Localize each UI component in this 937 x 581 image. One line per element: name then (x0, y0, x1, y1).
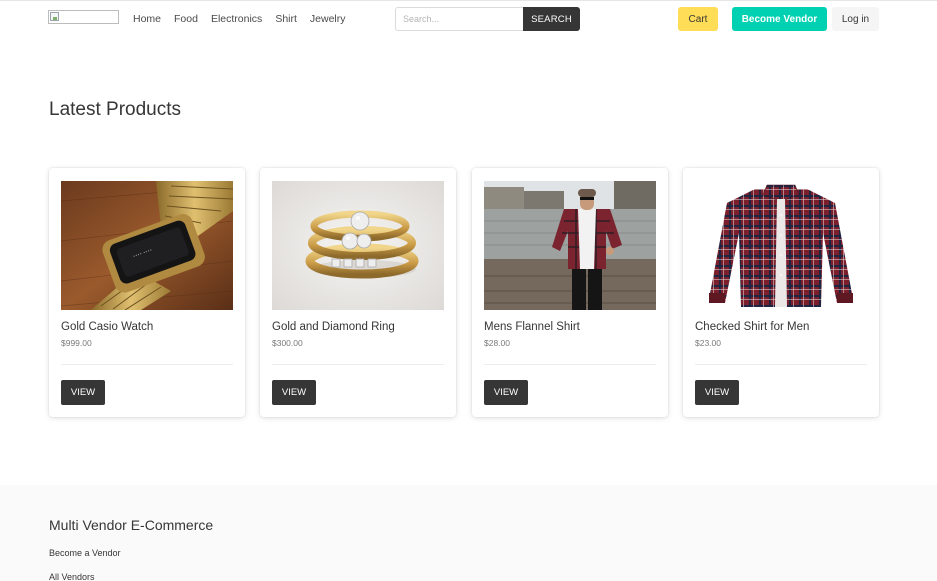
product-price: $999.00 (61, 338, 92, 348)
footer: Multi Vendor E-Commerce Become a Vendor … (0, 485, 937, 581)
view-button[interactable]: VIEW (61, 380, 105, 405)
product-grid: •••• •••• Gold Casio Watch $999.00 VIEW (49, 168, 879, 418)
product-card: •••• •••• Gold Casio Watch $999.00 VIEW (49, 168, 245, 417)
view-button[interactable]: VIEW (484, 380, 528, 405)
gold-watch-image[interactable]: •••• •••• (61, 181, 233, 310)
product-name[interactable]: Gold Casio Watch (61, 321, 153, 333)
logo-broken-image[interactable] (48, 10, 119, 24)
nav-link-food[interactable]: Food (174, 13, 198, 25)
view-button[interactable]: VIEW (272, 380, 316, 405)
search-input[interactable] (395, 7, 523, 31)
divider (484, 364, 656, 365)
view-button[interactable]: VIEW (695, 380, 739, 405)
product-name[interactable]: Gold and Diamond Ring (272, 321, 395, 333)
nav-link-home[interactable]: Home (133, 13, 161, 25)
nav-links: Home Food Electronics Shirt Jewelry (133, 13, 359, 25)
product-card: Checked Shirt for Men $23.00 VIEW (683, 168, 879, 417)
divider (61, 364, 233, 365)
footer-link-become-vendor[interactable]: Become a Vendor (49, 548, 121, 558)
checked-shirt-image[interactable] (695, 181, 867, 310)
nav-link-electronics[interactable]: Electronics (211, 13, 262, 25)
product-name[interactable]: Checked Shirt for Men (695, 321, 809, 333)
login-button[interactable]: Log in (832, 7, 879, 31)
divider (272, 364, 444, 365)
cart-button[interactable]: Cart (678, 7, 718, 31)
footer-title: Multi Vendor E-Commerce (49, 517, 214, 533)
divider (695, 364, 867, 365)
broken-image-icon (50, 12, 59, 21)
search-form: SEARCH (395, 7, 580, 31)
page-title: Latest Products (49, 99, 182, 120)
nav-link-jewelry[interactable]: Jewelry (310, 13, 346, 25)
product-name[interactable]: Mens Flannel Shirt (484, 321, 580, 333)
footer-link-all-vendors[interactable]: All Vendors (49, 572, 95, 581)
man-flannel-shirt-image[interactable] (484, 181, 656, 310)
product-price: $23.00 (695, 338, 721, 348)
nav-link-shirt[interactable]: Shirt (275, 13, 297, 25)
product-price: $300.00 (272, 338, 303, 348)
search-button[interactable]: SEARCH (523, 7, 580, 31)
product-price: $28.00 (484, 338, 510, 348)
diamond-rings-image[interactable] (272, 181, 444, 310)
product-card: Mens Flannel Shirt $28.00 VIEW (472, 168, 668, 417)
product-card: Gold and Diamond Ring $300.00 VIEW (260, 168, 456, 417)
become-vendor-button[interactable]: Become Vendor (732, 7, 827, 31)
navbar: Home Food Electronics Shirt Jewelry SEAR… (0, 0, 937, 36)
